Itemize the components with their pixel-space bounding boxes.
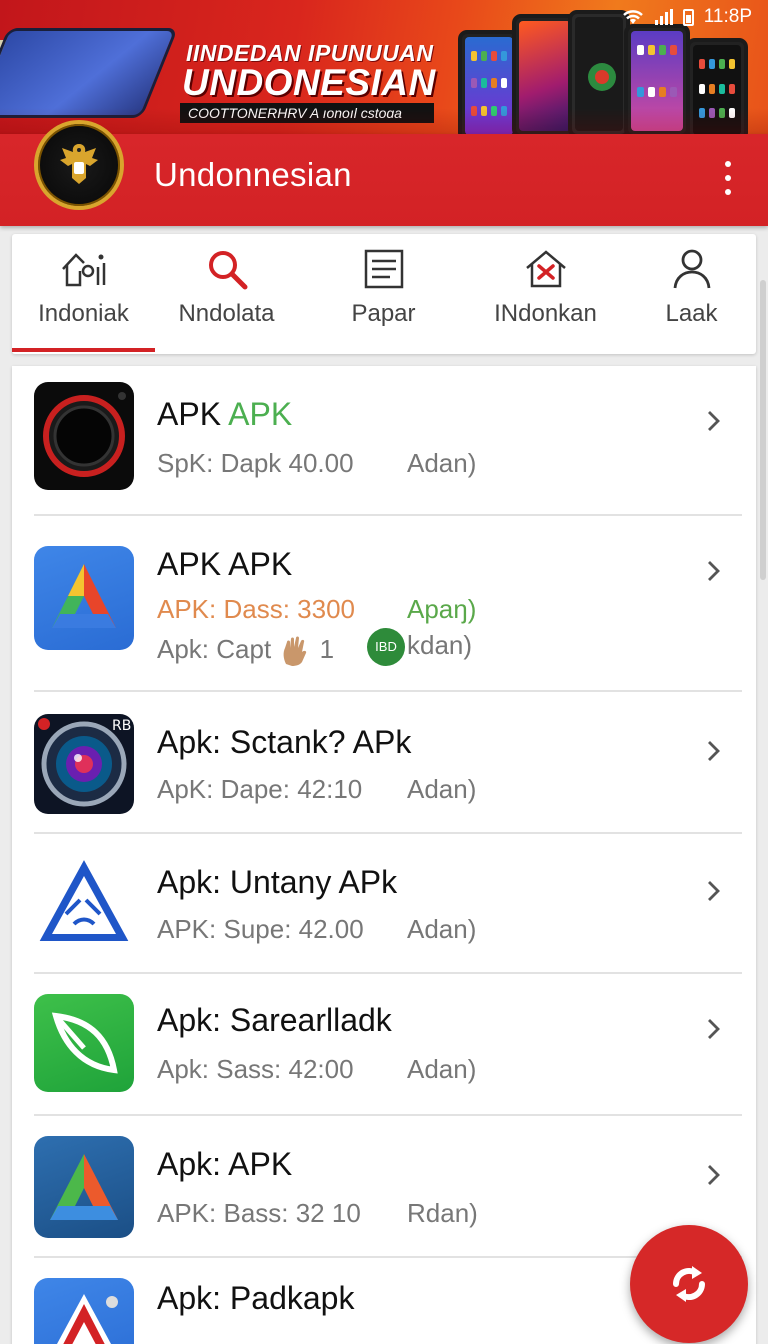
chevron-right-icon[interactable] [700,408,726,434]
refresh-fab-button[interactable] [630,1225,748,1343]
banner-title: UNDONESIAN [182,62,436,103]
tab-nndolata[interactable]: Nndolata [155,234,298,354]
list-item[interactable]: RB Apk: Sctank? APk ApK: Dape: 42:10 Adan… [12,692,756,832]
chevron-right-icon[interactable] [700,738,726,764]
app-subtitle: Apk: Sass: 42:00 Adan) [157,1054,477,1084]
tab-label: INdonkan [494,300,597,327]
camera-scan-app-icon: RB [34,714,134,814]
app-title: Apk: Sctank? APk [157,724,412,760]
garuda-emblem-logo [34,120,124,210]
more-options-icon[interactable] [718,161,738,195]
banner-phones-image [458,10,768,138]
promo-banner[interactable]: IINDEDAN IPUNUUAN UNDONESIAN COOTTONERHR… [0,0,768,138]
wifi-icon [622,10,643,24]
list-item[interactable]: Apk: Sarearlladk Apk: Sass: 42:00 Adan) [12,974,756,1116]
app-meta: Apk: Capt 1 IBD kdan) [157,628,472,668]
app-title: APK APK [157,396,293,432]
tab-label: Papar [351,300,416,327]
person-icon [668,246,716,292]
drive-app-icon [34,546,134,650]
signal-icon [654,9,673,25]
battery-icon [682,8,694,26]
tab-indonkan[interactable]: INdonkan [474,234,617,354]
refresh-icon [672,1266,706,1302]
search-icon [203,246,251,292]
triangle-app-icon [34,852,134,952]
app-subtitle: SpK: Dapk 40.00 Adan) [157,448,477,478]
list-item[interactable]: Apk: Untany APk APK: Supe: 42.00 Adan) [12,834,756,974]
banner-tagline: COOTTONERHRV A ıonoıl cstoɑa [180,103,434,123]
list-item[interactable]: Apk: APK APK: Bass: 32 10 Rdan) [12,1116,756,1258]
app-subtitle: ApK: Dape: 42:10 Adan) [157,774,477,804]
app-title: Apk: Untany APk [157,864,398,900]
tab-label: Nndolata [178,300,275,327]
document-icon [360,246,408,292]
active-tab-indicator [12,348,155,352]
tab-label: Laak [665,300,718,327]
chevron-right-icon[interactable] [700,1016,726,1042]
status-time: 11:8P [703,6,752,27]
chevron-right-icon[interactable] [700,558,726,584]
drive-app-icon [34,1136,134,1238]
hand-emoji-icon [284,636,307,667]
app-subtitle: APK: Dass: 3300 Apaŋ) [157,594,477,624]
list-item[interactable]: APK APK SpK: Dapk 40.00 Adan) [12,366,756,514]
banner-phone-image [0,28,179,118]
app-list: APK APK SpK: Dapk 40.00 Adan) APK APK APK… [12,366,756,1344]
app-subtitle: APK: Bass: 32 10 Rdan) [157,1198,478,1228]
app-bar: Undonnesian [0,120,768,226]
svg-text:RB: RB [112,718,131,734]
list-item[interactable]: APK APK APK: Dass: 3300 Apaŋ) Apk: Capt 1… [12,516,756,692]
status-bar: 11:8P [621,6,752,28]
status-badge: IBD [367,628,405,666]
tab-label: Indoniak [38,300,129,327]
house-tools-icon [522,246,570,292]
triangle-app-icon [34,1278,134,1344]
app-title: APK APK [157,546,293,582]
scrollbar[interactable] [760,280,766,580]
app-subtitle: APK: Supe: 42.00 Adan) [157,914,477,944]
tab-laak[interactable]: Laak [627,234,756,354]
tab-papar[interactable]: Papar [312,234,455,354]
leaf-app-icon [34,994,134,1092]
home-chart-icon [60,246,108,292]
app-title: Apk: APK [157,1146,293,1182]
app-title: Apk: Padkapk [157,1280,355,1316]
tab-indoniak[interactable]: Indoniak [12,234,155,354]
tab-bar: Indoniak Nndolata Papar INdonkan Laak [12,234,756,354]
camera-lens-app-icon [34,382,134,490]
app-title: Undonnesian [154,156,352,193]
app-title: Apk: Sarearlladk [157,1002,392,1038]
chevron-right-icon[interactable] [700,1162,726,1188]
chevron-right-icon[interactable] [700,878,726,904]
